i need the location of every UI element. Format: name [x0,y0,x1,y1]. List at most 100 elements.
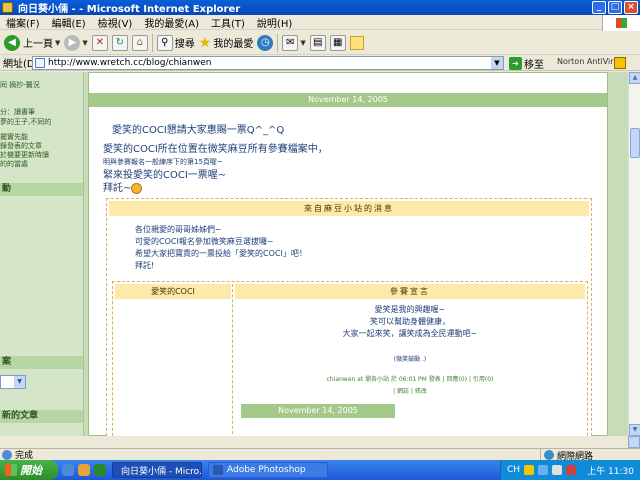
message-line: 希望大家把寶貴的一票投給「愛笑的COCI」吧！ [135,249,307,258]
go-arrow-icon: ➜ [509,57,522,70]
system-tray: CH 上午 11:30 [500,460,640,480]
message-line: 拜託! [135,261,155,270]
address-url[interactable]: http://www.wretch.cc/blog/chianwen [48,58,491,68]
scroll-down-icon[interactable]: ▼ [629,424,640,436]
search-button[interactable]: ⚲ 搜尋 [156,34,195,51]
print-button[interactable]: ▤ [309,34,326,51]
forward-button[interactable]: ▶ ▼ [64,34,88,51]
post-line-row: 拜託~ [103,182,583,195]
windows-logo [602,15,640,31]
mail-dropdown-icon[interactable]: ▼ [300,39,305,47]
language-indicator[interactable]: CH [507,465,520,475]
menu-view[interactable]: 檢視(V) [98,15,133,30]
forward-dropdown-icon[interactable]: ▼ [82,39,87,47]
entry-table: 愛笑的COCI 參賽宣言 愛笑是我的興趣喔~ 笑可以幫助身體健康， 大家一起來笑… [112,281,588,436]
page-icon [35,58,45,68]
edit-button[interactable]: ▦ [329,34,346,51]
post-actions[interactable]: | 網誌 | 修改 [235,386,585,395]
sidebar-select[interactable]: ▼ [0,375,26,389]
globe-icon [544,450,554,460]
network-icon[interactable] [538,465,549,475]
signature: (微笑鼓勵 .) [393,356,427,363]
chevron-down-icon[interactable]: ▼ [14,376,25,388]
start-button[interactable]: 開始 [0,460,58,480]
favorites-button[interactable]: ★ 我的最愛 [199,35,254,51]
manifesto-text: 愛笑是我的興趣喔~ 笑可以幫助身體健康， 大家一起來笑，讓笑成為全民運動吧~ [235,304,585,340]
menu-help[interactable]: 說明(H) [257,15,292,30]
back-button[interactable]: ◀ 上一頁 ▼ [4,34,60,51]
post-line: 拜託~ [103,183,132,194]
home-button[interactable]: ⌂ [131,34,148,51]
address-dropdown-icon[interactable]: ▼ [491,57,503,69]
folder-quicklaunch-icon[interactable] [78,464,90,476]
blog-sidebar: 同 摘抄-醫況 分：讀書筆 夢的王子,不同的 擺實先能 錄發表的文章 於機要更新… [0,72,84,436]
stop-button[interactable]: ✕ [91,34,108,51]
status-bar: 完成 網際網路 [0,448,640,462]
mail-icon: ✉ [282,34,299,51]
go-button[interactable]: ➜ 移至 [509,56,544,71]
photoshop-icon [213,465,223,475]
menu-favorites[interactable]: 我的最愛(A) [144,15,199,30]
toolbar-separator [151,33,153,52]
address-input[interactable]: http://www.wretch.cc/blog/chianwen ▼ [32,56,504,70]
message-box: 來自麻豆小站的消息 各位親愛的哥哥姊姊們~ 可愛的COCI報名參加微笑麻豆選拔囉… [106,198,592,436]
menu-edit[interactable]: 編輯(E) [52,15,86,30]
message-line: 可愛的COCI報名參加微笑麻豆選拔囉~ [135,237,274,246]
blog-main: November 14, 2005 愛笑的COCI懇請大家惠賜一票Q^_^Q 愛… [88,72,608,436]
note-icon [349,35,364,50]
maximize-button[interactable]: □ [608,1,622,14]
message-line: 各位親愛的哥哥姊姊們~ [135,225,222,234]
sidebar-heading: 動 [0,183,83,196]
security-icon[interactable] [566,465,577,475]
ie-app-icon [2,2,13,13]
start-label: 開始 [20,464,42,477]
menu-bar: 檔案(F) 編輯(E) 檢視(V) 我的最愛(A) 工具(T) 說明(H) [0,15,640,30]
sidebar-link[interactable]: 同 摘抄-醫況 [0,80,40,90]
post-date: November 14, 2005 [241,404,395,418]
norton-label[interactable]: Norton AntiVirus [557,57,623,66]
messenger-button[interactable] [349,35,364,50]
search-label: 搜尋 [174,39,195,50]
horizontal-scrollbar[interactable] [0,436,640,448]
edit-icon: ▦ [329,34,346,51]
scroll-corner [628,436,640,448]
scroll-up-icon[interactable]: ▲ [629,72,640,84]
taskbar-photoshop-window[interactable]: Adobe Photoshop [208,462,328,478]
vertical-scrollbar[interactable]: ▲ ▼ [628,72,640,436]
sidebar-link[interactable]: 分：讀書筆 [0,107,35,117]
task-label: Adobe Photoshop [227,465,306,475]
taskbar-ie-window[interactable]: 向日葵小倆 - Micro... [112,462,202,478]
post-title[interactable]: 愛笑的COCI懇請大家惠賜一票Q^_^Q [112,121,284,136]
sidebar-link[interactable]: 的的當處 [0,159,28,169]
ie-quicklaunch-icon[interactable] [62,464,74,476]
address-bar: 網址(D) http://www.wretch.cc/blog/chianwen… [0,55,640,71]
home-icon: ⌂ [131,34,148,51]
menu-file[interactable]: 檔案(F) [6,15,40,30]
close-button[interactable]: × [624,1,638,14]
media-quicklaunch-icon[interactable] [94,464,106,476]
windows-logo-icon [5,464,17,476]
mail-button[interactable]: ✉ ▼ [282,34,306,51]
refresh-button[interactable]: ↻ [111,34,128,51]
refresh-icon: ↻ [111,34,128,51]
title-bar: 向日葵小倆 - - Microsoft Internet Explorer _ … [0,0,640,15]
history-button[interactable]: ◷ [257,34,274,51]
address-label: 網址(D) [3,59,39,70]
post-meta[interactable]: chianwen at 瀏各小站 於 06:01 PM 發表 | 回應(0) |… [235,374,585,383]
minimize-button[interactable]: _ [592,1,606,14]
message-text: 各位親愛的哥哥姊姊們~ 可愛的COCI報名參加微笑麻豆選拔囉~ 希望大家把寶貴的… [135,224,535,272]
volume-icon[interactable] [552,465,563,475]
back-arrow-icon: ◀ [4,34,20,51]
manifesto-line: 大家一起來笑，讓笑成為全民運動吧~ [342,329,478,338]
go-label: 移至 [524,60,544,71]
clock: 上午 11:30 [587,466,634,477]
scroll-thumb[interactable] [630,128,640,158]
task-label: 向日葵小倆 - Micro... [121,466,202,477]
sidebar-link[interactable]: 夢的王子,不同的 [0,117,51,127]
norton-tray-icon[interactable] [524,465,535,475]
smiley-icon [131,182,143,194]
norton-icon[interactable] [614,57,626,69]
post-body: 愛笑的COCI所在位置在微笑麻豆所有參賽檔案中， 明與參賽報名一般練序下的第15… [103,143,583,195]
back-dropdown-icon[interactable]: ▼ [55,39,60,47]
menu-tools[interactable]: 工具(T) [211,15,245,30]
